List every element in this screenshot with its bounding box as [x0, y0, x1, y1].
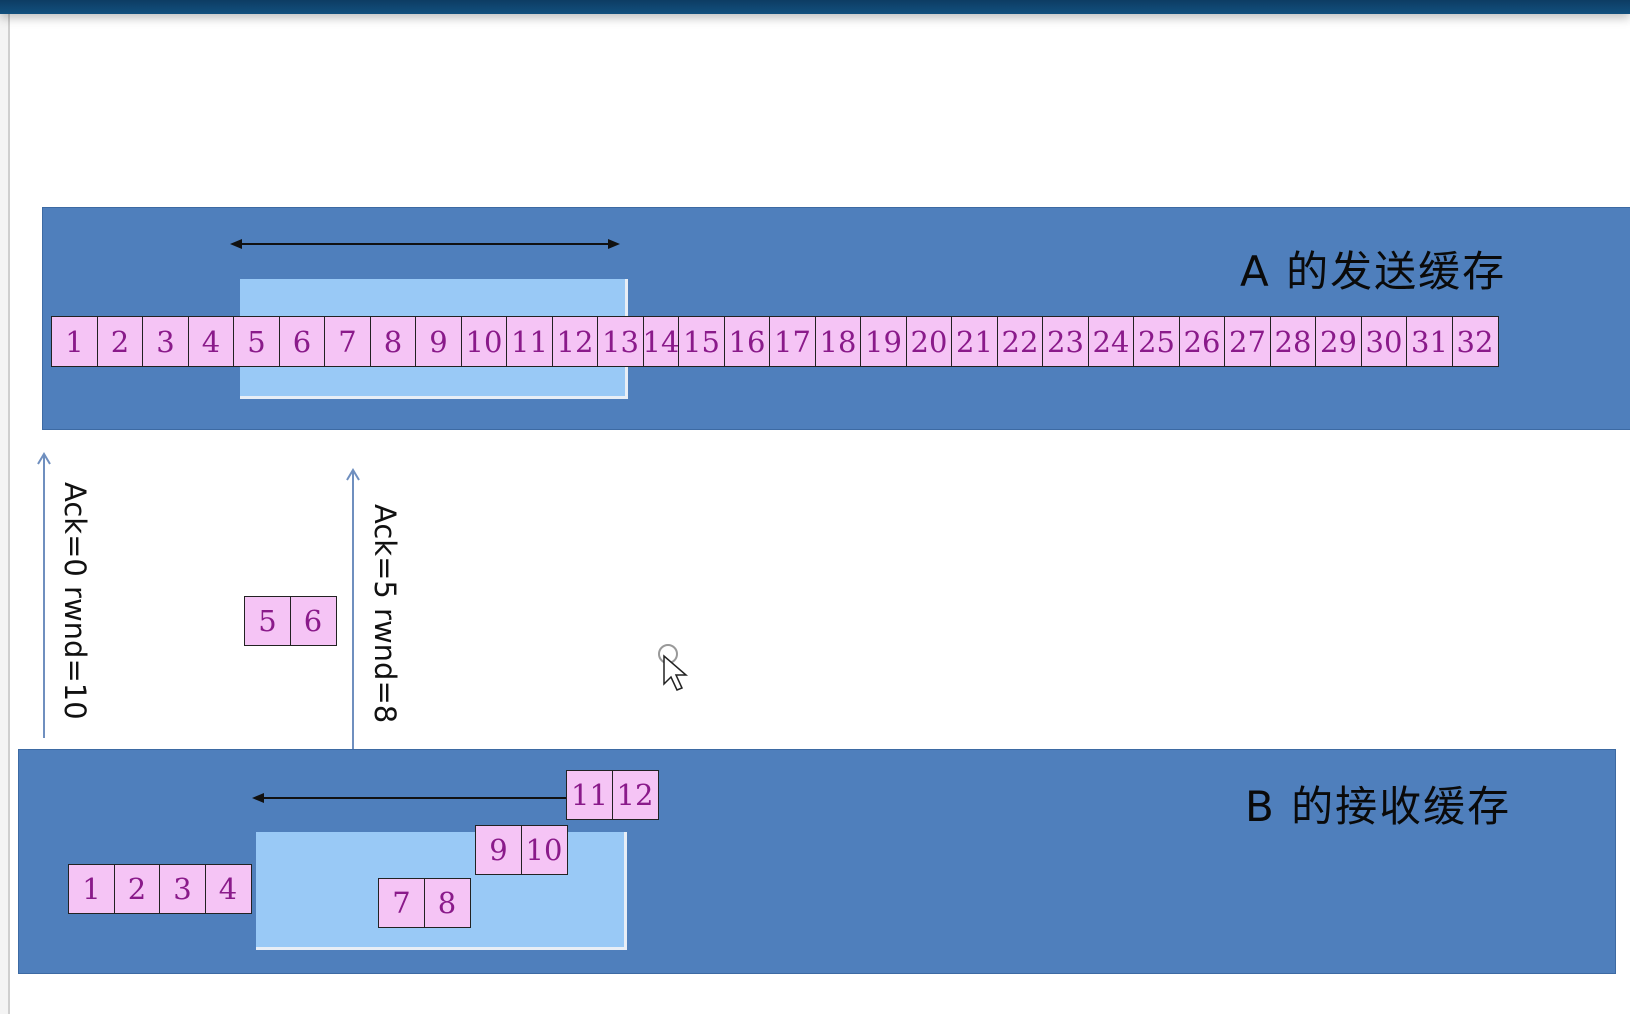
sender-segment: 32 [1451, 316, 1499, 367]
sender-segment: 11 [506, 316, 553, 367]
received-segment: 10 [520, 825, 568, 875]
sender-segment: 12 [551, 316, 599, 367]
received-segment: 11 [566, 770, 613, 820]
sender-segment: 4 [187, 316, 235, 367]
in-flight-segments: 5 6 [244, 596, 337, 646]
sender-buffer-title: A 的发送缓存 [1240, 247, 1507, 296]
delivered-segment: 3 [159, 864, 206, 914]
sender-segment: 17 [769, 316, 816, 367]
ack2-arrow [346, 468, 360, 749]
delivered-segment: 1 [68, 864, 115, 914]
delivered-segment: 2 [113, 864, 161, 914]
sender-segment: 26 [1178, 316, 1226, 367]
slide-top-bar [0, 0, 1630, 14]
sender-segment: 9 [415, 316, 462, 367]
received-segments-9-10: 9 10 [475, 825, 568, 875]
sender-segment: 27 [1224, 316, 1271, 367]
sender-segment: 23 [1042, 316, 1089, 367]
sender-buffer-row: 1 2 3 4 5 6 7 8 9 10 11 12 13 14 15 16 17 18 19 20 21 22 23 24 2… [51, 316, 1499, 367]
sender-segment: 1 [51, 316, 98, 367]
received-segment: 9 [475, 825, 522, 875]
sender-segment: 20 [905, 316, 953, 367]
received-segment: 7 [378, 878, 425, 928]
received-segments-7-8: 7 8 [378, 878, 471, 928]
sender-segment: 24 [1087, 316, 1135, 367]
sender-segment: 21 [951, 316, 998, 367]
sender-segment: 28 [1269, 316, 1317, 367]
received-segment: 8 [423, 878, 471, 928]
sender-segment: 13 [597, 316, 644, 367]
delivered-segment: 4 [204, 864, 252, 914]
sender-segment: 31 [1406, 316, 1453, 367]
sender-segment: 10 [460, 316, 508, 367]
mouse-cursor-icon [658, 644, 689, 691]
sender-segment: 18 [814, 316, 862, 367]
sender-segment: 2 [96, 316, 144, 367]
sender-segment: 15 [678, 316, 725, 367]
ack1-label: Ack=0 rwnd=10 [58, 482, 92, 720]
sender-segment: 5 [233, 316, 280, 367]
sender-segment: 7 [324, 316, 371, 367]
in-flight-segment: 5 [244, 596, 291, 646]
sender-segment: 25 [1133, 316, 1180, 367]
send-window-arrow [230, 239, 620, 249]
delivered-segments: 1 2 3 4 [68, 864, 252, 914]
sender-segment: 16 [723, 316, 771, 367]
sender-segment: 6 [278, 316, 326, 367]
ack1-arrow [37, 452, 51, 738]
sender-segment: 22 [996, 316, 1044, 367]
sender-segment: 14 [642, 316, 680, 367]
received-segments-11-12: 11 12 [566, 770, 659, 820]
sender-segment: 3 [142, 316, 189, 367]
receiver-buffer-title: B 的接收缓存 [1245, 782, 1512, 831]
sender-segment: 19 [860, 316, 907, 367]
ack2-label: Ack=5 rwnd=8 [368, 504, 402, 724]
sender-segment: 8 [369, 316, 417, 367]
receive-window-arrow [252, 793, 568, 803]
received-segment: 12 [611, 770, 659, 820]
sender-segment: 29 [1315, 316, 1362, 367]
in-flight-segment: 6 [289, 596, 337, 646]
sender-segment: 30 [1360, 316, 1408, 367]
